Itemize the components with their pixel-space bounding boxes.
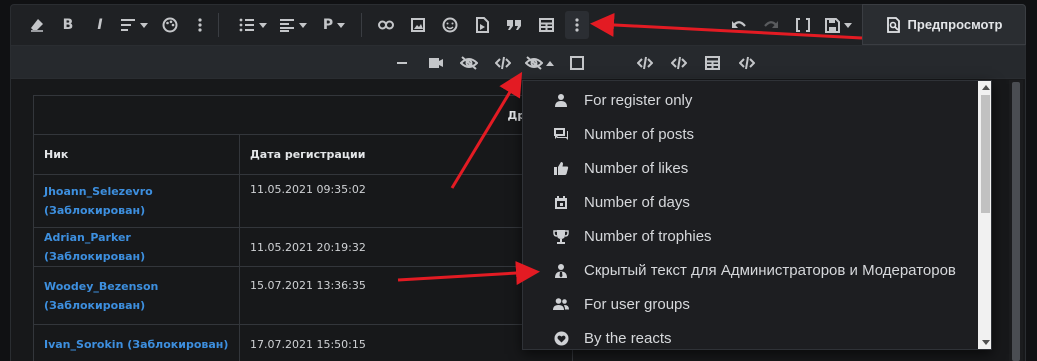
italic-button[interactable]: I: [93, 14, 107, 36]
menu-item-label: Скрытый текст для Администраторов и Моде…: [584, 261, 956, 279]
scroll-up-icon[interactable]: [982, 85, 990, 90]
square-icon[interactable]: [570, 54, 584, 72]
table-row: Adrian_Parker (Заблокирован) 11.05.2021 …: [33, 227, 573, 267]
menu-item-posts[interactable]: Number of posts: [523, 117, 975, 151]
video-icon[interactable]: [428, 54, 444, 72]
bbcode-toggle-icon[interactable]: [794, 14, 812, 36]
eraser-icon[interactable]: [27, 14, 47, 36]
thumbs-up-icon: [553, 160, 569, 176]
menu-item-label: For register only: [584, 91, 693, 109]
code-icon[interactable]: [495, 54, 511, 72]
user-tie-icon: [553, 262, 569, 278]
user-link[interactable]: Jhoann_Selezevro: [44, 185, 153, 198]
hide-options-menu: For register only Number of posts Number…: [522, 80, 992, 350]
table-row: Jhoann_Selezevro (Заблокирован) 11.05.202…: [33, 174, 573, 228]
link-icon[interactable]: [377, 14, 395, 36]
table-header: Ник: [33, 134, 240, 175]
preview-label: Предпросмотр: [907, 17, 1003, 32]
align-dropdown[interactable]: [277, 14, 309, 36]
comments-icon: [553, 126, 569, 142]
user-status[interactable]: (Заблокирован): [44, 204, 145, 217]
smiley-icon[interactable]: [441, 14, 459, 36]
horizontal-line-icon[interactable]: [396, 54, 408, 72]
hide-icon[interactable]: [460, 54, 478, 72]
users-icon: [553, 296, 569, 312]
quote-icon[interactable]: [505, 14, 523, 36]
more-insert-icon[interactable]: [565, 11, 589, 39]
save-dropdown[interactable]: [823, 14, 853, 36]
menu-item-label: For user groups: [584, 295, 690, 313]
image-icon[interactable]: [410, 14, 426, 36]
menu-item-days[interactable]: Number of days: [523, 185, 975, 219]
preview-icon: [886, 16, 900, 33]
page-scrollbar[interactable]: [1009, 80, 1023, 361]
secondary-toolbar: [10, 45, 1026, 79]
menu-item-label: Number of days: [584, 193, 690, 211]
menu-item-likes[interactable]: Number of likes: [523, 151, 975, 185]
user-status[interactable]: (Заблокирован): [44, 299, 145, 312]
menu-item-label: Number of trophies: [584, 227, 712, 245]
menu-item-reacts[interactable]: By the reacts: [523, 321, 975, 349]
code-icon[interactable]: [671, 54, 687, 72]
preview-button[interactable]: Предпросмотр: [862, 4, 1026, 45]
code-icon[interactable]: [739, 54, 755, 72]
user-link[interactable]: Woodey_Bezenson: [44, 280, 158, 293]
redo-icon[interactable]: [761, 14, 781, 36]
user-link[interactable]: Adrian_Parker (Заблокирован): [44, 231, 145, 263]
menu-item-label: Number of posts: [584, 125, 695, 143]
table-row: Ivan_Sorokin (Заблокирован) 17.07.2021 1…: [33, 324, 573, 361]
menu-item-label: Number of likes: [584, 159, 689, 177]
user-link[interactable]: Ivan_Sorokin (Заблокирован): [44, 338, 228, 351]
menu-item-trophies[interactable]: Number of trophies: [523, 219, 975, 253]
code-icon[interactable]: [637, 54, 653, 72]
menu-item-register-only[interactable]: For register only: [523, 83, 975, 117]
palette-icon[interactable]: [161, 14, 179, 36]
calendar-icon: [553, 194, 569, 210]
table-row: Woodey_Bezenson (Заблокирован) 15.07.2021…: [33, 266, 573, 325]
list-dropdown[interactable]: [237, 14, 269, 36]
menu-item-user-groups[interactable]: For user groups: [523, 287, 975, 321]
menu-item-label: By the reacts: [584, 329, 672, 347]
more-options-icon[interactable]: [197, 14, 203, 36]
table-icon[interactable]: [705, 54, 721, 72]
paragraph-label: P: [322, 17, 334, 33]
paragraph-dropdown[interactable]: P: [321, 14, 347, 36]
text-format-dropdown[interactable]: [119, 14, 149, 36]
person-icon: [553, 92, 569, 108]
table-title: Другие ак: [33, 95, 573, 135]
hide-content-dropdown[interactable]: [525, 54, 557, 72]
undo-icon[interactable]: [729, 14, 749, 36]
table-icon[interactable]: [537, 14, 555, 36]
scroll-down-icon[interactable]: [982, 340, 990, 345]
accounts-table: Другие ак Ник Дата регистрации Jhoann_Se…: [33, 95, 573, 361]
menu-scrollbar[interactable]: [978, 81, 991, 349]
bold-button[interactable]: B: [61, 14, 75, 36]
heart-circle-icon: [553, 330, 569, 346]
scrollbar-thumb[interactable]: [981, 95, 990, 213]
trophy-icon: [553, 228, 569, 244]
menu-item-admins-moderators[interactable]: Скрытый текст для Администраторов и Моде…: [523, 253, 975, 287]
media-file-icon[interactable]: [474, 14, 490, 36]
